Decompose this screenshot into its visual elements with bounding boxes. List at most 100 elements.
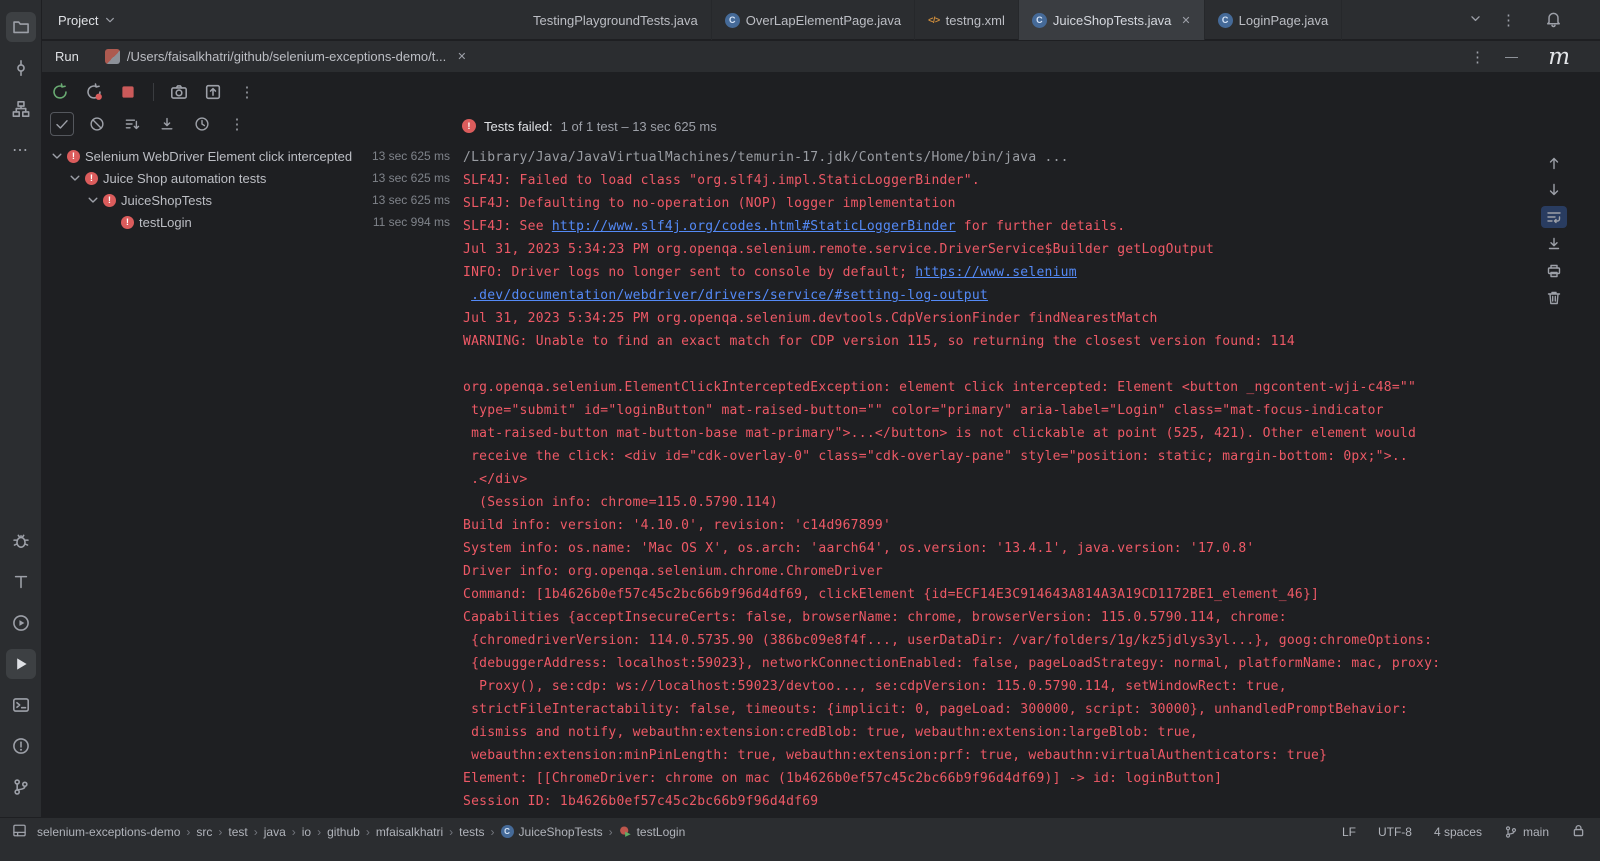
problems-tool-button[interactable] [6, 731, 36, 761]
todo-tool-button[interactable] [6, 567, 36, 597]
breadcrumb-label: mfaisalkhatri [375, 824, 444, 839]
test-tree-row[interactable]: ! Juice Shop automation tests 13 sec 625 m… [42, 167, 458, 189]
breadcrumb-item[interactable]: test [228, 825, 247, 839]
git-tool-button[interactable] [6, 772, 36, 802]
editor-tab[interactable]: C LoginPage.java [1205, 0, 1343, 40]
tabs-overflow-button[interactable] [1468, 11, 1483, 29]
test-summary: ! Tests failed: 1 of 1 test – 13 sec 625… [460, 113, 717, 139]
breadcrumb-item[interactable]: testLogin [619, 825, 685, 839]
breadcrumb-item[interactable]: github [327, 825, 360, 839]
breadcrumb-label: selenium-exceptions-demo [37, 824, 181, 839]
lock-button[interactable] [1571, 823, 1586, 841]
camera-icon [171, 85, 187, 99]
breadcrumb-item[interactable]: tests [459, 825, 484, 839]
console-text: {debuggerAddress: localhost:59023}, netw… [463, 656, 1441, 671]
console-text: Proxy(), se:cdp: ws://localhost:59023/de… [463, 679, 1287, 694]
console-line: .dev/documentation/webdriver/drivers/ser… [463, 284, 1528, 307]
chevron-down-icon[interactable] [84, 192, 101, 208]
chevron-down-icon [106, 17, 115, 23]
import-test-results-button[interactable] [201, 80, 225, 104]
tests-failed-icon: ! [462, 119, 476, 133]
run-options-menu-button[interactable]: ⋮ [235, 80, 259, 104]
test-tree-row[interactable]: ! Selenium WebDriver Element click interc… [42, 145, 458, 167]
rerun-button[interactable] [48, 80, 72, 104]
test-tree-row[interactable]: ! JuiceShopTests 13 sec 625 ms [42, 189, 458, 211]
prev-occurrence-button[interactable] [1541, 152, 1567, 174]
breadcrumb-separator: › [490, 824, 495, 839]
editor-tab[interactable]: C OverLapElementPage.java [712, 0, 916, 40]
chevron-down-icon[interactable] [66, 170, 83, 186]
breadcrumb-item[interactable]: io [302, 825, 311, 839]
more-icon: ⋯ [12, 141, 29, 159]
rerun-icon [53, 83, 67, 99]
console-line: type="submit" id="loginButton" mat-raise… [463, 399, 1528, 422]
breadcrumb-item[interactable]: selenium-exceptions-demo [37, 825, 180, 839]
close-icon[interactable]: ✕ [1181, 14, 1190, 27]
more-tool-windows-button[interactable]: ⋯ [6, 135, 36, 165]
run-config-tab[interactable]: /Users/faisalkhatri/github/selenium-exce… [95, 41, 477, 72]
hide-toolwindow-button[interactable]: — [1505, 49, 1518, 64]
git-branch-widget[interactable]: main [1504, 825, 1549, 839]
indent-widget[interactable]: 4 spaces [1434, 825, 1482, 839]
console-link[interactable]: http://www.slf4j.org/codes.html#StaticLo… [552, 219, 956, 234]
camera-button[interactable] [167, 80, 191, 104]
close-icon[interactable]: ✕ [457, 50, 466, 63]
structure-tool-button[interactable] [6, 94, 36, 124]
run-tool-button[interactable] [5, 648, 36, 679]
breadcrumb-item[interactable]: C JuiceShopTests [500, 825, 603, 839]
test-history-button[interactable] [190, 112, 214, 136]
run-anything-button[interactable] [6, 608, 36, 638]
breadcrumb-item[interactable]: src [196, 825, 212, 839]
commit-tool-button[interactable] [6, 53, 36, 83]
console-link[interactable]: .dev/documentation/webdriver/drivers/ser… [471, 288, 988, 303]
console-line: Capabilities {acceptInsecureCerts: false… [463, 606, 1528, 629]
left-toolbar: ⋯ [0, 0, 42, 817]
console-line: Command: [1b4626b0ef57c45c2bc66b9f96d4df… [463, 583, 1528, 606]
console-text: (Session info: chrome=115.0.5790.114) [463, 495, 778, 510]
console-toolbar [1534, 152, 1574, 309]
next-occurrence-button[interactable] [1541, 179, 1567, 201]
scroll-to-end-button[interactable] [1541, 233, 1567, 255]
filter-options-menu-button[interactable]: ⋮ [225, 112, 249, 136]
ide-window: ⋯ Project TestingPlaygroundTests.java C … [0, 0, 1600, 861]
tabs-menu-button[interactable]: ⋮ [1501, 11, 1516, 29]
notifications-bell-button[interactable] [1545, 11, 1562, 31]
debug-tool-button[interactable] [6, 526, 36, 556]
console-text: INFO: Driver logs no longer sent to cons… [463, 265, 916, 280]
show-ignored-toggle[interactable] [85, 112, 109, 136]
run-header-menu-button[interactable]: ⋮ [1470, 48, 1485, 66]
encoding-widget[interactable]: UTF-8 [1378, 825, 1412, 839]
terminal-tool-button[interactable] [6, 690, 36, 720]
print-button[interactable] [1541, 260, 1567, 282]
test-filter-toolbar: ⋮ [50, 111, 249, 137]
editor-tab[interactable]: C JuiceShopTests.java ✕ [1018, 0, 1205, 40]
slash-circle-icon [90, 117, 104, 131]
tool-window-switcher-button[interactable] [12, 823, 27, 841]
editor-tab[interactable]: </> testng.xml [915, 0, 1019, 40]
console-text: receive the click: <div id="cdk-overlay-… [463, 449, 1408, 464]
sort-alphabetically-button[interactable] [120, 112, 144, 136]
clear-console-button[interactable] [1541, 287, 1567, 309]
editor-tab[interactable]: TestingPlaygroundTests.java [520, 0, 712, 40]
arrow-down-icon [1549, 183, 1559, 196]
console-line: {debuggerAddress: localhost:59023}, netw… [463, 652, 1528, 675]
soft-wrap-button[interactable] [1541, 206, 1567, 228]
console-link[interactable]: https://www.selenium [915, 265, 1077, 280]
show-passed-toggle[interactable] [50, 112, 74, 136]
sort-by-duration-button[interactable] [155, 112, 179, 136]
chevron-down-icon[interactable] [48, 148, 65, 164]
project-widget[interactable]: Project [50, 0, 125, 40]
console-output: /Library/Java/JavaVirtualMachines/temuri… [455, 146, 1528, 814]
git-branch-icon [13, 778, 28, 795]
rerun-failed-button[interactable] [82, 80, 106, 104]
problems-icon [12, 737, 29, 754]
stop-button[interactable] [116, 80, 140, 104]
terminal-icon [12, 697, 29, 712]
project-tool-button[interactable] [5, 11, 36, 42]
console-line: SLF4J: Defaulting to no-operation (NOP) … [463, 192, 1528, 215]
test-tree-row[interactable]: ! testLogin 11 sec 994 ms [42, 211, 458, 233]
console-text: SLF4J: Defaulting to no-operation (NOP) … [463, 196, 956, 211]
breadcrumb-item[interactable]: java [264, 825, 286, 839]
breadcrumb-item[interactable]: mfaisalkhatri [376, 825, 443, 839]
line-separator-widget[interactable]: LF [1342, 825, 1356, 839]
